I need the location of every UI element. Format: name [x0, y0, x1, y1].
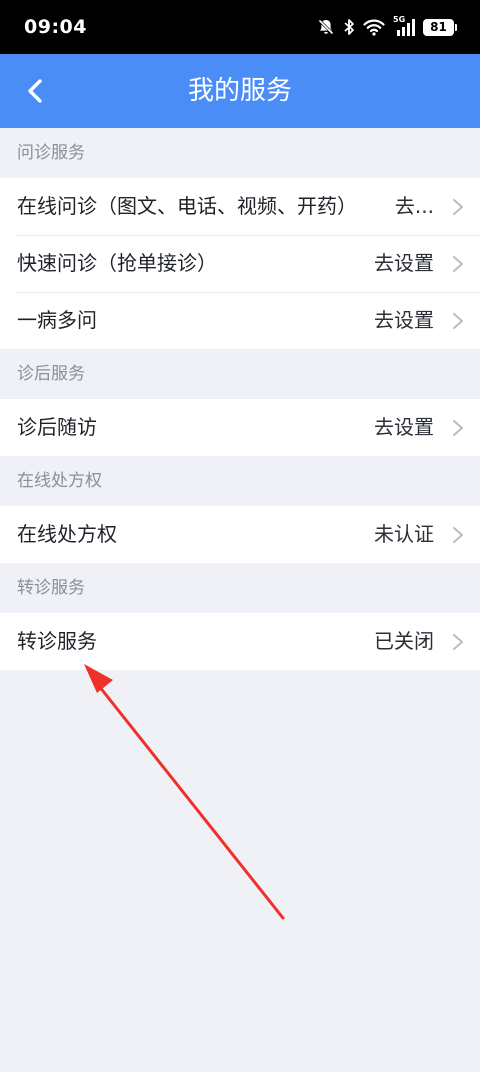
row-label: 一病多问	[17, 308, 97, 332]
chevron-right-icon	[453, 256, 463, 272]
wifi-icon	[363, 18, 385, 36]
row-label: 在线处方权	[17, 522, 117, 546]
chevron-right-icon	[453, 527, 463, 543]
row-value: 未认证	[374, 522, 434, 546]
section-header-follow-up: 诊后服务	[17, 364, 85, 384]
row-value: 去设置	[374, 308, 434, 332]
list-item-quick-consultation[interactable]: 快速问诊（抢单接诊） 去设置	[0, 235, 480, 292]
status-icons: 5G 81	[317, 14, 457, 40]
section-header-referral: 转诊服务	[17, 578, 85, 598]
chevron-right-icon	[453, 634, 463, 650]
row-value: 去设置	[374, 251, 434, 275]
bluetooth-icon	[343, 18, 355, 36]
page-title: 我的服务	[187, 76, 292, 106]
cellular-signal-icon: 5G	[393, 15, 415, 37]
row-label: 转诊服务	[17, 629, 97, 653]
list-item-follow-up[interactable]: 诊后随访 去设置	[0, 399, 480, 456]
row-label: 快速问诊（抢单接诊）	[17, 251, 217, 275]
chevron-right-icon	[453, 199, 463, 215]
status-bar: 09:04 5G 81	[0, 0, 480, 54]
battery-indicator: 81	[423, 18, 457, 36]
mute-bell-icon	[317, 18, 335, 36]
section-header-consultation: 问诊服务	[17, 143, 85, 163]
section-header-prescription: 在线处方权	[17, 471, 102, 491]
row-value: 已关闭	[374, 629, 434, 653]
services-list: 问诊服务 在线问诊（图文、电话、视频、开药） 去... 快速问诊（抢单接诊） 去…	[0, 128, 480, 670]
header-bar: 我的服务	[0, 54, 480, 128]
list-item-online-consultation[interactable]: 在线问诊（图文、电话、视频、开药） 去...	[0, 178, 480, 235]
row-label: 诊后随访	[17, 415, 97, 439]
row-value: 去...	[394, 194, 434, 218]
chevron-right-icon	[453, 313, 463, 329]
chevron-right-icon	[453, 420, 463, 436]
list-item-prescription-right[interactable]: 在线处方权 未认证	[0, 506, 480, 563]
row-value: 去设置	[374, 415, 434, 439]
list-item-referral-service[interactable]: 转诊服务 已关闭	[0, 613, 480, 670]
list-item-multi-question[interactable]: 一病多问 去设置	[0, 292, 480, 349]
row-label: 在线问诊（图文、电话、视频、开药）	[17, 194, 357, 218]
status-time: 09:04	[24, 16, 87, 38]
